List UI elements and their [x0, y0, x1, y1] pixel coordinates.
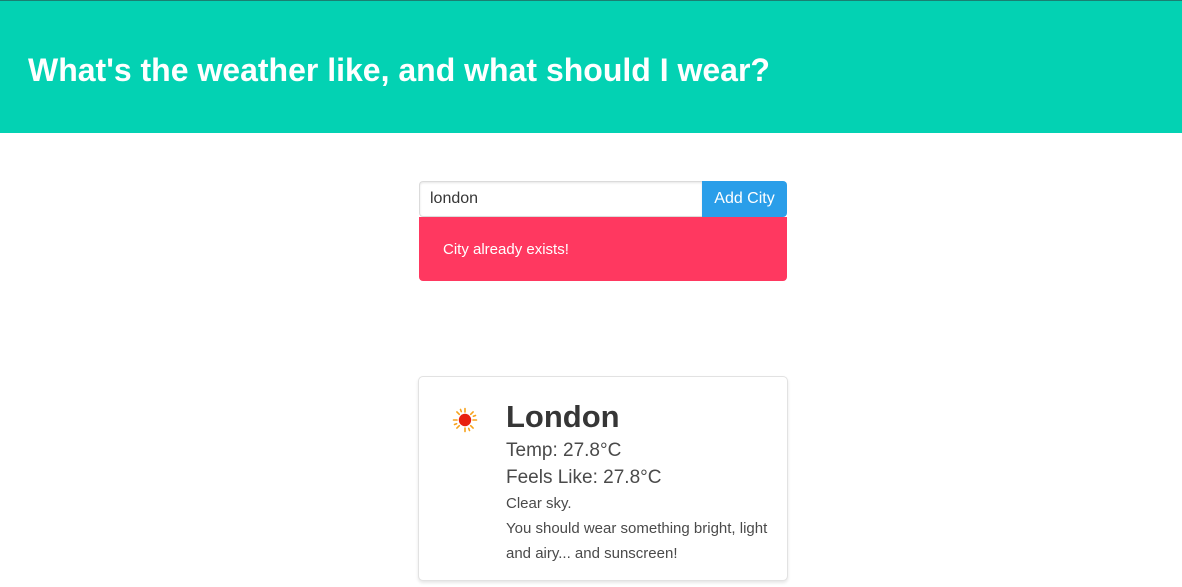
add-city-form: Add City — [419, 181, 787, 217]
city-name: London — [506, 399, 620, 434]
weather-card: London Temp: 27.8°C Feels Like: 27.8°C C… — [418, 376, 788, 581]
sun-icon — [452, 407, 478, 433]
error-notification: City already exists! — [419, 217, 787, 281]
add-city-button[interactable]: Add City — [702, 181, 787, 217]
city-input[interactable] — [419, 181, 702, 217]
page-header: What's the weather like, and what should… — [0, 0, 1182, 133]
weather-details: London Temp: 27.8°C Feels Like: 27.8°C C… — [506, 397, 776, 566]
clothing-advice: You should wear something bright, light … — [506, 520, 768, 562]
feels-like: Feels Like: 27.8°C — [506, 467, 662, 488]
page-title: What's the weather like, and what should… — [28, 52, 770, 88]
weather-description: Clear sky. — [506, 495, 572, 512]
temperature: Temp: 27.8°C — [506, 440, 622, 461]
notification-message: City already exists! — [443, 241, 569, 258]
